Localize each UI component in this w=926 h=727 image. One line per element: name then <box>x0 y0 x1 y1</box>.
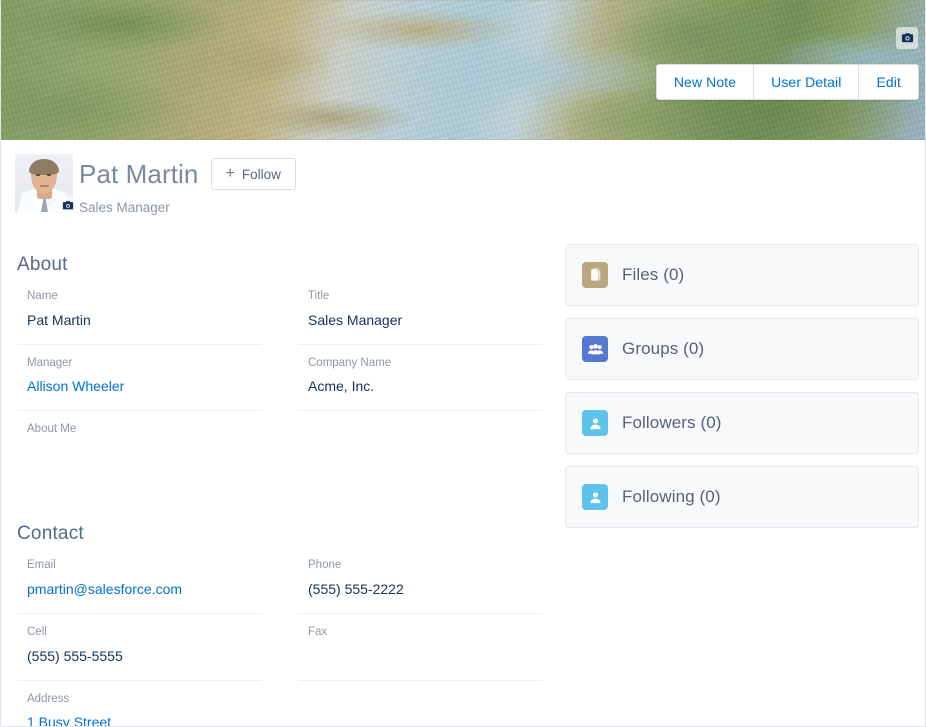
field-spacer <box>298 423 543 487</box>
user-detail-button[interactable]: User Detail <box>753 65 859 99</box>
plus-icon: + <box>225 165 235 182</box>
avatar[interactable] <box>15 154 77 214</box>
field-cell: Cell (555) 555-5555 <box>17 626 262 681</box>
field-label: Name <box>27 290 58 302</box>
follow-button-label: Follow <box>241 166 281 182</box>
page-title: Pat Martin <box>79 158 199 189</box>
contact-section-heading: Contact <box>17 523 84 545</box>
field-label: Company Name <box>308 356 392 369</box>
profile-banner: New Note User Detail Edit <box>1 0 925 140</box>
field-fax: Fax <box>298 626 543 681</box>
user-job-title: Sales Manager <box>79 200 170 215</box>
profile-cards-column: Files (0) Groups (0) Followers (0) Follo… <box>551 244 925 540</box>
field-value <box>298 647 543 664</box>
field-value <box>17 444 262 461</box>
field-value: Acme, Inc. <box>308 378 375 395</box>
field-label: Address <box>27 692 70 705</box>
card-groups[interactable]: Groups (0) <box>565 318 919 380</box>
profile-details-column: About Name Pat Martin Title Sales Manage… <box>1 244 551 727</box>
card-following[interactable]: Following (0) <box>565 466 919 528</box>
card-label: Following (0) <box>622 487 721 506</box>
user-profile-page: New Note User Detail Edit Pat Martin + F… <box>0 0 926 727</box>
person-icon <box>582 484 608 510</box>
banner-camera-icon[interactable] <box>896 27 918 49</box>
field-value: (555) 555-5555 <box>27 647 123 664</box>
field-phone: Phone (555) 555-2222 <box>298 559 543 614</box>
new-note-button[interactable]: New Note <box>656 65 754 99</box>
follow-button[interactable]: + Follow <box>210 158 296 190</box>
card-label: Followers (0) <box>622 413 722 432</box>
card-files[interactable]: Files (0) <box>565 244 919 306</box>
about-section-heading: About <box>17 254 68 275</box>
field-label: Fax <box>308 625 328 638</box>
card-label: Groups (0) <box>622 339 705 358</box>
edit-button[interactable]: Edit <box>858 65 918 99</box>
about-field-grid: Name Pat Martin Title Sales Manager Mana… <box>17 290 551 487</box>
field-company-name: Company Name Acme, Inc. <box>298 357 543 412</box>
file-icon <box>582 262 608 288</box>
field-label: Title <box>308 290 330 302</box>
field-email: Email pmartin@salesforce.com <box>17 559 262 614</box>
field-label: Cell <box>27 625 47 638</box>
field-label: Manager <box>27 356 73 369</box>
person-icon <box>582 410 608 436</box>
field-spacer <box>298 693 543 726</box>
address-line: 1 Busy Street <box>27 714 112 727</box>
field-value-link[interactable]: 1 Busy Street San Francisco, California … <box>17 713 262 727</box>
field-value-link[interactable]: Allison Wheeler <box>17 377 262 396</box>
profile-action-buttons: New Note User Detail Edit <box>655 64 919 100</box>
field-title: Title Sales Manager <box>298 290 543 345</box>
groups-icon <box>582 336 608 362</box>
card-label: Files (0) <box>622 265 685 284</box>
field-label: Phone <box>308 559 342 572</box>
field-label: About Me <box>27 423 77 436</box>
name-row: Pat Martin + Follow <box>79 154 925 194</box>
field-manager: Manager Allison Wheeler <box>17 357 262 412</box>
field-address: Address 1 Busy Street San Francisco, Cal… <box>17 692 262 727</box>
profile-body: About Name Pat Martin Title Sales Manage… <box>1 244 925 727</box>
profile-header: Pat Martin + Follow Sales Manager <box>1 140 925 244</box>
field-value: Sales Manager <box>308 311 403 328</box>
field-about-me: About Me <box>17 423 262 475</box>
field-value-link[interactable]: pmartin@salesforce.com <box>17 580 262 599</box>
field-name: Name Pat Martin <box>17 290 262 345</box>
field-value: (555) 555-2222 <box>308 580 404 597</box>
field-label: Email <box>27 559 56 572</box>
field-value: Pat Martin <box>27 311 91 328</box>
card-followers[interactable]: Followers (0) <box>565 392 919 454</box>
contact-field-grid: Email pmartin@salesforce.com Phone (555)… <box>17 559 551 727</box>
avatar-camera-icon[interactable] <box>59 196 77 214</box>
